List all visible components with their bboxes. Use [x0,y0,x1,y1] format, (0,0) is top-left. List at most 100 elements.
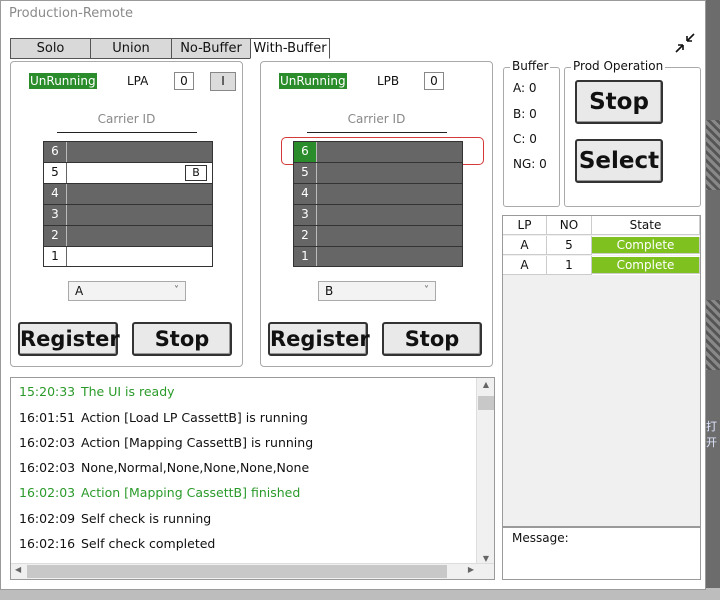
slot-row[interactable]: 6 [43,141,213,162]
slot-number: 5 [44,163,67,183]
log-vertical-scrollbar[interactable]: ▲ ▼ [476,378,494,565]
scroll-left-icon[interactable]: ◀ [15,565,21,574]
lpb-carrier-select-value: B [325,284,334,298]
slot-marker: B [185,165,207,181]
slot-number: 2 [294,226,317,246]
buffer-ng-count: NG: 0 [513,157,547,171]
prod-select-button[interactable]: Select [575,139,663,183]
lpb-carrier-select[interactable]: B ˅ [318,281,436,301]
log-time: 16:02:03 [19,485,76,500]
scroll-up-icon[interactable]: ▲ [477,380,495,389]
lpa-count: 0 [174,72,194,90]
lpa-status-badge: UnRunning [29,73,97,89]
slot-wafer-bar [317,184,462,204]
slot-number: 1 [294,247,317,266]
log-time: 16:02:16 [19,536,76,551]
background-text: 打开 [706,420,717,449]
table-header-row: LP NO State [503,216,700,235]
lpa-carrier-id-label: Carrier ID [97,112,156,126]
log-horizontal-scrollbar[interactable]: ◀ ▶ [11,563,494,579]
buffer-b-count: B: 0 [513,107,537,121]
slot-row[interactable]: 4 [43,183,213,204]
slot-wafer-bar [67,142,212,162]
log-message: Action [Load LP CassettB] is running [81,410,308,425]
log-time: 16:02:09 [19,511,76,526]
slot-number: 1 [44,247,67,266]
log-entry: 16:02:03 None,Normal,None,None,None,None [19,460,309,475]
lpb-status-badge: UnRunning [279,73,347,89]
lpa-stop-button[interactable]: Stop [132,322,232,356]
slot-row[interactable]: 2 [43,225,213,246]
lpa-indicator: I [210,72,236,91]
scrollbar-thumb[interactable] [478,396,494,410]
slot-wafer-bar [317,247,462,266]
log-message: The UI is ready [81,384,175,399]
column-header-lp[interactable]: LP [503,216,547,235]
prod-operation-group: Prod Operation Stop Select [564,59,701,207]
lpb-stop-button[interactable]: Stop [382,322,482,356]
tab-solo[interactable]: Solo [10,38,91,59]
collapse-icon[interactable] [673,31,697,55]
slot-row[interactable]: 5B [43,162,213,183]
slot-wafer-bar [317,205,462,225]
prod-operation-title: Prod Operation [571,59,666,73]
column-header-state[interactable]: State [592,216,700,235]
slot-number: 4 [294,184,317,204]
background-decoration [704,300,720,370]
lpa-register-button[interactable]: Register [18,322,120,356]
lpb-panel: UnRunning LPB 0 Carrier ID 654321 B ˅ Re… [260,61,493,367]
scroll-down-icon[interactable]: ▼ [477,554,495,563]
slot-number: 5 [294,163,317,183]
tab-union[interactable]: Union [90,38,172,59]
message-label: Message: [512,531,569,545]
table-cell-no: 1 [547,256,592,275]
chevron-down-icon: ˅ [174,285,179,296]
log-message: None,Normal,None,None,None,None [81,460,310,475]
window-title: Production-Remote [9,6,134,21]
log-message: Action [Mapping CassettB] finished [81,485,301,500]
slot-row[interactable]: 1 [43,246,213,267]
lpa-carrier-select[interactable]: A ˅ [68,281,186,301]
prod-stop-button[interactable]: Stop [575,80,663,124]
scrollbar-thumb[interactable] [27,565,447,578]
slot-wafer-bar [317,142,462,162]
log-message: Action [Mapping CassettB] is running [81,435,314,450]
mode-tabs: Solo Union No-Buffer With-Buffer [10,38,330,59]
lpb-register-button[interactable]: Register [268,322,370,356]
lpb-carrier-id-label: Carrier ID [347,112,406,126]
production-remote-window: Production-Remote Solo Union No-Buffer W… [0,0,706,590]
slot-row[interactable]: 1 [293,246,463,267]
status-badge: Complete [592,237,700,254]
slot-wafer-bar [67,226,212,246]
slot-wafer-bar [67,184,212,204]
slot-row[interactable]: 3 [293,204,463,225]
scroll-right-icon[interactable]: ▶ [468,565,474,574]
slot-row[interactable]: 3 [43,204,213,225]
message-box[interactable]: Message: [502,527,701,580]
log-message: Self check completed [81,536,216,551]
column-header-no[interactable]: NO [547,216,592,235]
slot-row[interactable]: 4 [293,183,463,204]
status-badge: Complete [592,257,700,274]
lpa-panel: UnRunning LPA 0 I Carrier ID 65B4321 A ˅… [10,61,243,367]
tab-no-buffer[interactable]: No-Buffer [171,38,251,59]
slot-row[interactable]: 6 [293,141,463,162]
tab-with-buffer[interactable]: With-Buffer [250,38,330,59]
slot-wafer-bar [67,205,212,225]
slot-wafer-bar [317,226,462,246]
table-row[interactable]: A 5 Complete [503,236,700,255]
slot-row[interactable]: 2 [293,225,463,246]
lpb-slot-map: 654321 [293,141,463,267]
log-message: Self check is running [81,511,212,526]
log-time: 15:20:33 [19,384,76,399]
table-row[interactable]: A 1 Complete [503,256,700,275]
lpb-carrier-id-field [307,132,447,133]
slot-number: 3 [44,205,67,225]
table-cell-lp: A [503,236,547,255]
table-cell-lp: A [503,256,547,275]
slot-row[interactable]: 5 [293,162,463,183]
lpa-carrier-id-field [57,132,197,133]
chevron-down-icon: ˅ [424,285,429,296]
buffer-title: Buffer [510,59,551,73]
log-panel[interactable]: 15:20:33 The UI is ready 16:01:51 Action… [10,377,495,580]
